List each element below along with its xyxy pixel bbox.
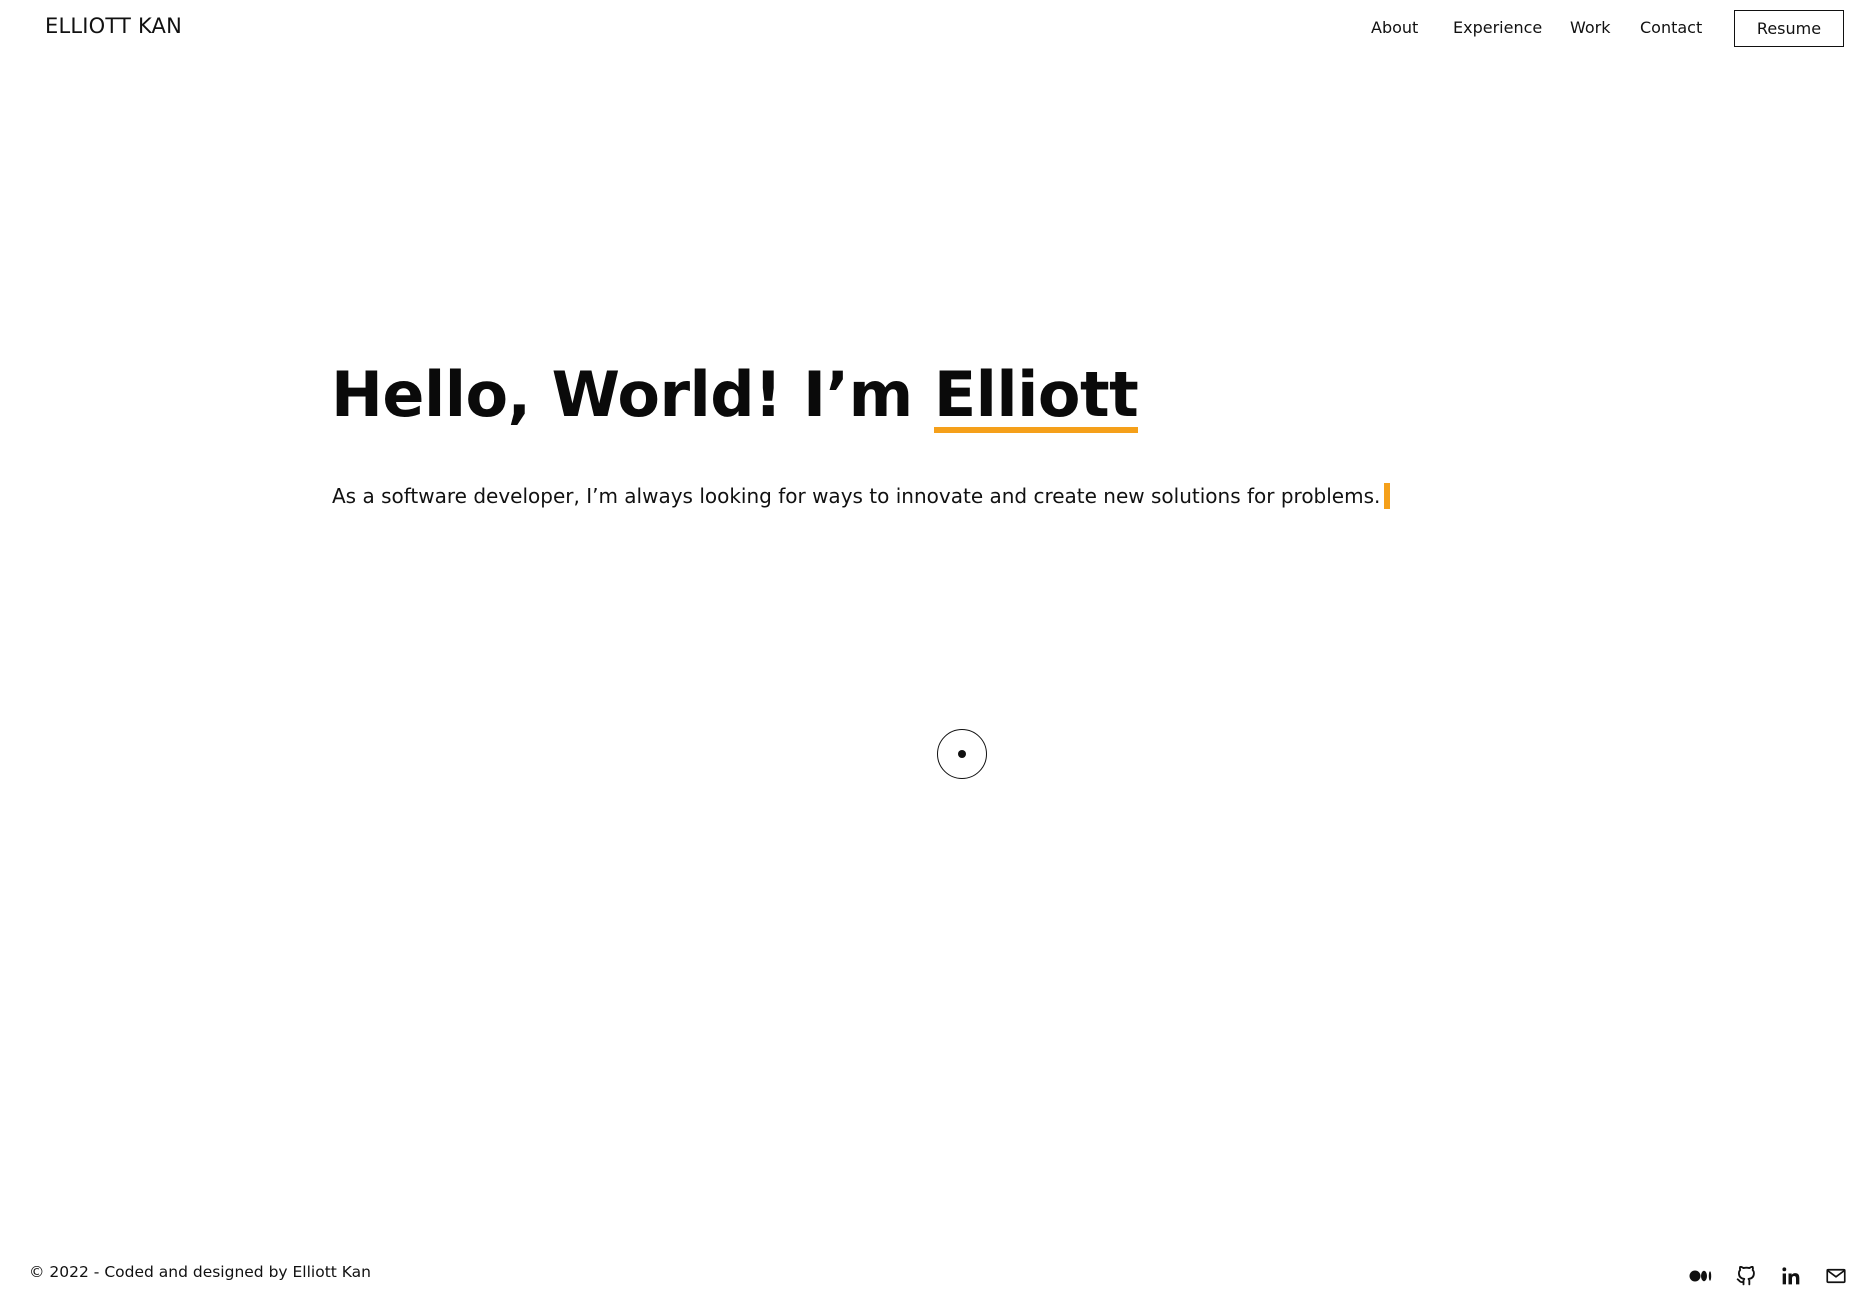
hero-subtitle: As a software developer, I’m always look… (332, 482, 1391, 511)
name-underline (933, 427, 1139, 433)
linkedin-link[interactable] (1778, 1263, 1804, 1289)
mail-link[interactable] (1823, 1263, 1849, 1289)
medium-icon (1689, 1270, 1712, 1282)
page: ELLIOTT KAN About Experience Work Contac… (0, 0, 1852, 1291)
footer-copyright: © 2022 - Coded and designed by Elliott K… (29, 1263, 372, 1281)
nav-link-contact[interactable]: Contact (1640, 18, 1702, 37)
typing-cursor (1384, 482, 1391, 509)
hero-subtitle-text: As a software developer, I’m always look… (332, 484, 1381, 508)
resume-button[interactable]: Resume (1734, 10, 1844, 47)
hero-title: Hello, World! I’m Elliott (331, 355, 1139, 435)
hero-name-wrap: Elliott (933, 355, 1139, 435)
nav-link-work[interactable]: Work (1570, 18, 1611, 37)
nav-link-experience[interactable]: Experience (1453, 18, 1542, 37)
scroll-dot-icon (958, 750, 966, 758)
scroll-down-indicator[interactable] (937, 729, 987, 779)
hero-name: Elliott (933, 358, 1139, 431)
github-icon (1736, 1266, 1755, 1286)
linkedin-icon (1782, 1267, 1800, 1285)
medium-link[interactable] (1688, 1263, 1714, 1289)
site-logo[interactable]: ELLIOTT KAN (45, 14, 182, 38)
hero-title-prefix: Hello, World! I’m (331, 358, 934, 431)
github-link[interactable] (1733, 1263, 1759, 1289)
nav-link-about[interactable]: About (1371, 18, 1418, 37)
mail-icon (1826, 1268, 1846, 1284)
